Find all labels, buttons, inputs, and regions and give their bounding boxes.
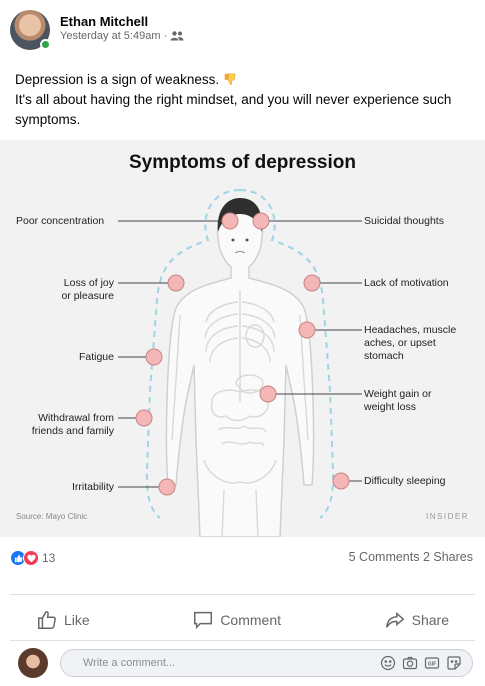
post-meta: Yesterday at 5:49am ·	[60, 30, 184, 42]
meta-separator: ·	[163, 30, 168, 42]
marker-loss-of-joy	[167, 274, 185, 292]
comment-icon	[194, 611, 213, 630]
friends-icon	[170, 31, 184, 41]
comment-button[interactable]: Comment	[166, 604, 307, 636]
post-image[interactable]: Symptoms of depression Poor concentratio…	[0, 140, 485, 537]
comment-tools: GIF	[380, 655, 462, 671]
post-text-line: It's all about having the right mindset,…	[15, 92, 452, 107]
symptom-label-lack-of-motivation: Lack of motivation	[364, 277, 449, 289]
marker-difficulty-sleeping	[332, 472, 350, 490]
online-status-indicator	[40, 39, 51, 50]
marker-weight	[259, 385, 277, 403]
marker-withdrawal	[135, 409, 153, 427]
marker-irritability	[158, 478, 176, 496]
marker-fatigue	[145, 348, 163, 366]
love-reaction-icon	[23, 550, 39, 566]
marker-poor-concentration	[221, 212, 239, 230]
post-text-line: symptoms.	[15, 112, 81, 127]
symptom-label-suicidal-thoughts: Suicidal thoughts	[364, 215, 444, 227]
svg-text:GIF: GIF	[428, 661, 436, 667]
share-label: Share	[411, 612, 449, 628]
engagement-counts: 5 Comments 2 Shares	[349, 550, 473, 564]
marker-suicidal-thoughts	[252, 212, 270, 230]
like-label: Like	[64, 612, 90, 628]
reactions-summary[interactable]: 13	[10, 548, 55, 568]
current-user-avatar[interactable]	[18, 648, 48, 678]
post-timestamp[interactable]: Yesterday at 5:49am	[60, 30, 161, 42]
share-button[interactable]: Share	[358, 604, 475, 636]
symptom-label-weight: Weight gain or weight loss	[364, 388, 432, 413]
post-text: Depression is a sign of weakness. It's a…	[15, 70, 475, 130]
reaction-count: 13	[42, 551, 56, 565]
camera-icon[interactable]	[402, 655, 418, 671]
gif-icon[interactable]: GIF	[424, 655, 440, 671]
share-icon	[385, 611, 405, 628]
symptom-label-withdrawal: Withdrawal from friends and family	[31, 412, 114, 437]
marker-lack-of-motivation	[303, 274, 321, 292]
symptom-label-irritability: Irritability	[71, 481, 114, 493]
figure-brand-logo: INSIDER	[426, 512, 469, 521]
like-icon	[38, 611, 56, 629]
comment-label: Comment	[220, 612, 281, 628]
symptom-label-difficulty-sleeping: Difficulty sleeping	[364, 475, 446, 487]
emoji-icon[interactable]	[380, 655, 396, 671]
symptom-label-poor-concentration: Poor concentration	[16, 215, 105, 227]
post-actions: Like Comment Share	[10, 604, 475, 636]
symptom-label-loss-of-joy: Loss of joy or pleasure	[61, 277, 114, 302]
symptom-label-fatigue: Fatigue	[78, 351, 114, 363]
figure-source: Source: Mayo Clinic	[16, 512, 88, 521]
comments-count[interactable]: 5 Comments	[349, 550, 420, 564]
post-text-line: Depression is a sign of weakness.	[15, 70, 475, 90]
post-header: Ethan Mitchell Yesterday at 5:49am ·	[10, 8, 475, 54]
symptom-label-headaches: Headaches, muscle aches, or upset stomach	[364, 324, 457, 362]
marker-headaches	[298, 321, 316, 339]
shares-count[interactable]: 2 Shares	[423, 550, 473, 564]
comment-placeholder: Write a comment...	[83, 657, 176, 669]
divider	[10, 594, 475, 595]
sticker-icon[interactable]	[446, 655, 462, 671]
divider	[10, 640, 475, 641]
thumbs-down-emoji-icon	[224, 73, 236, 86]
comment-input[interactable]: Write a comment... GIF	[60, 649, 473, 677]
author-name[interactable]: Ethan Mitchell	[60, 14, 148, 29]
comment-composer: Write a comment... GIF	[10, 646, 475, 680]
like-button[interactable]: Like	[10, 604, 116, 636]
